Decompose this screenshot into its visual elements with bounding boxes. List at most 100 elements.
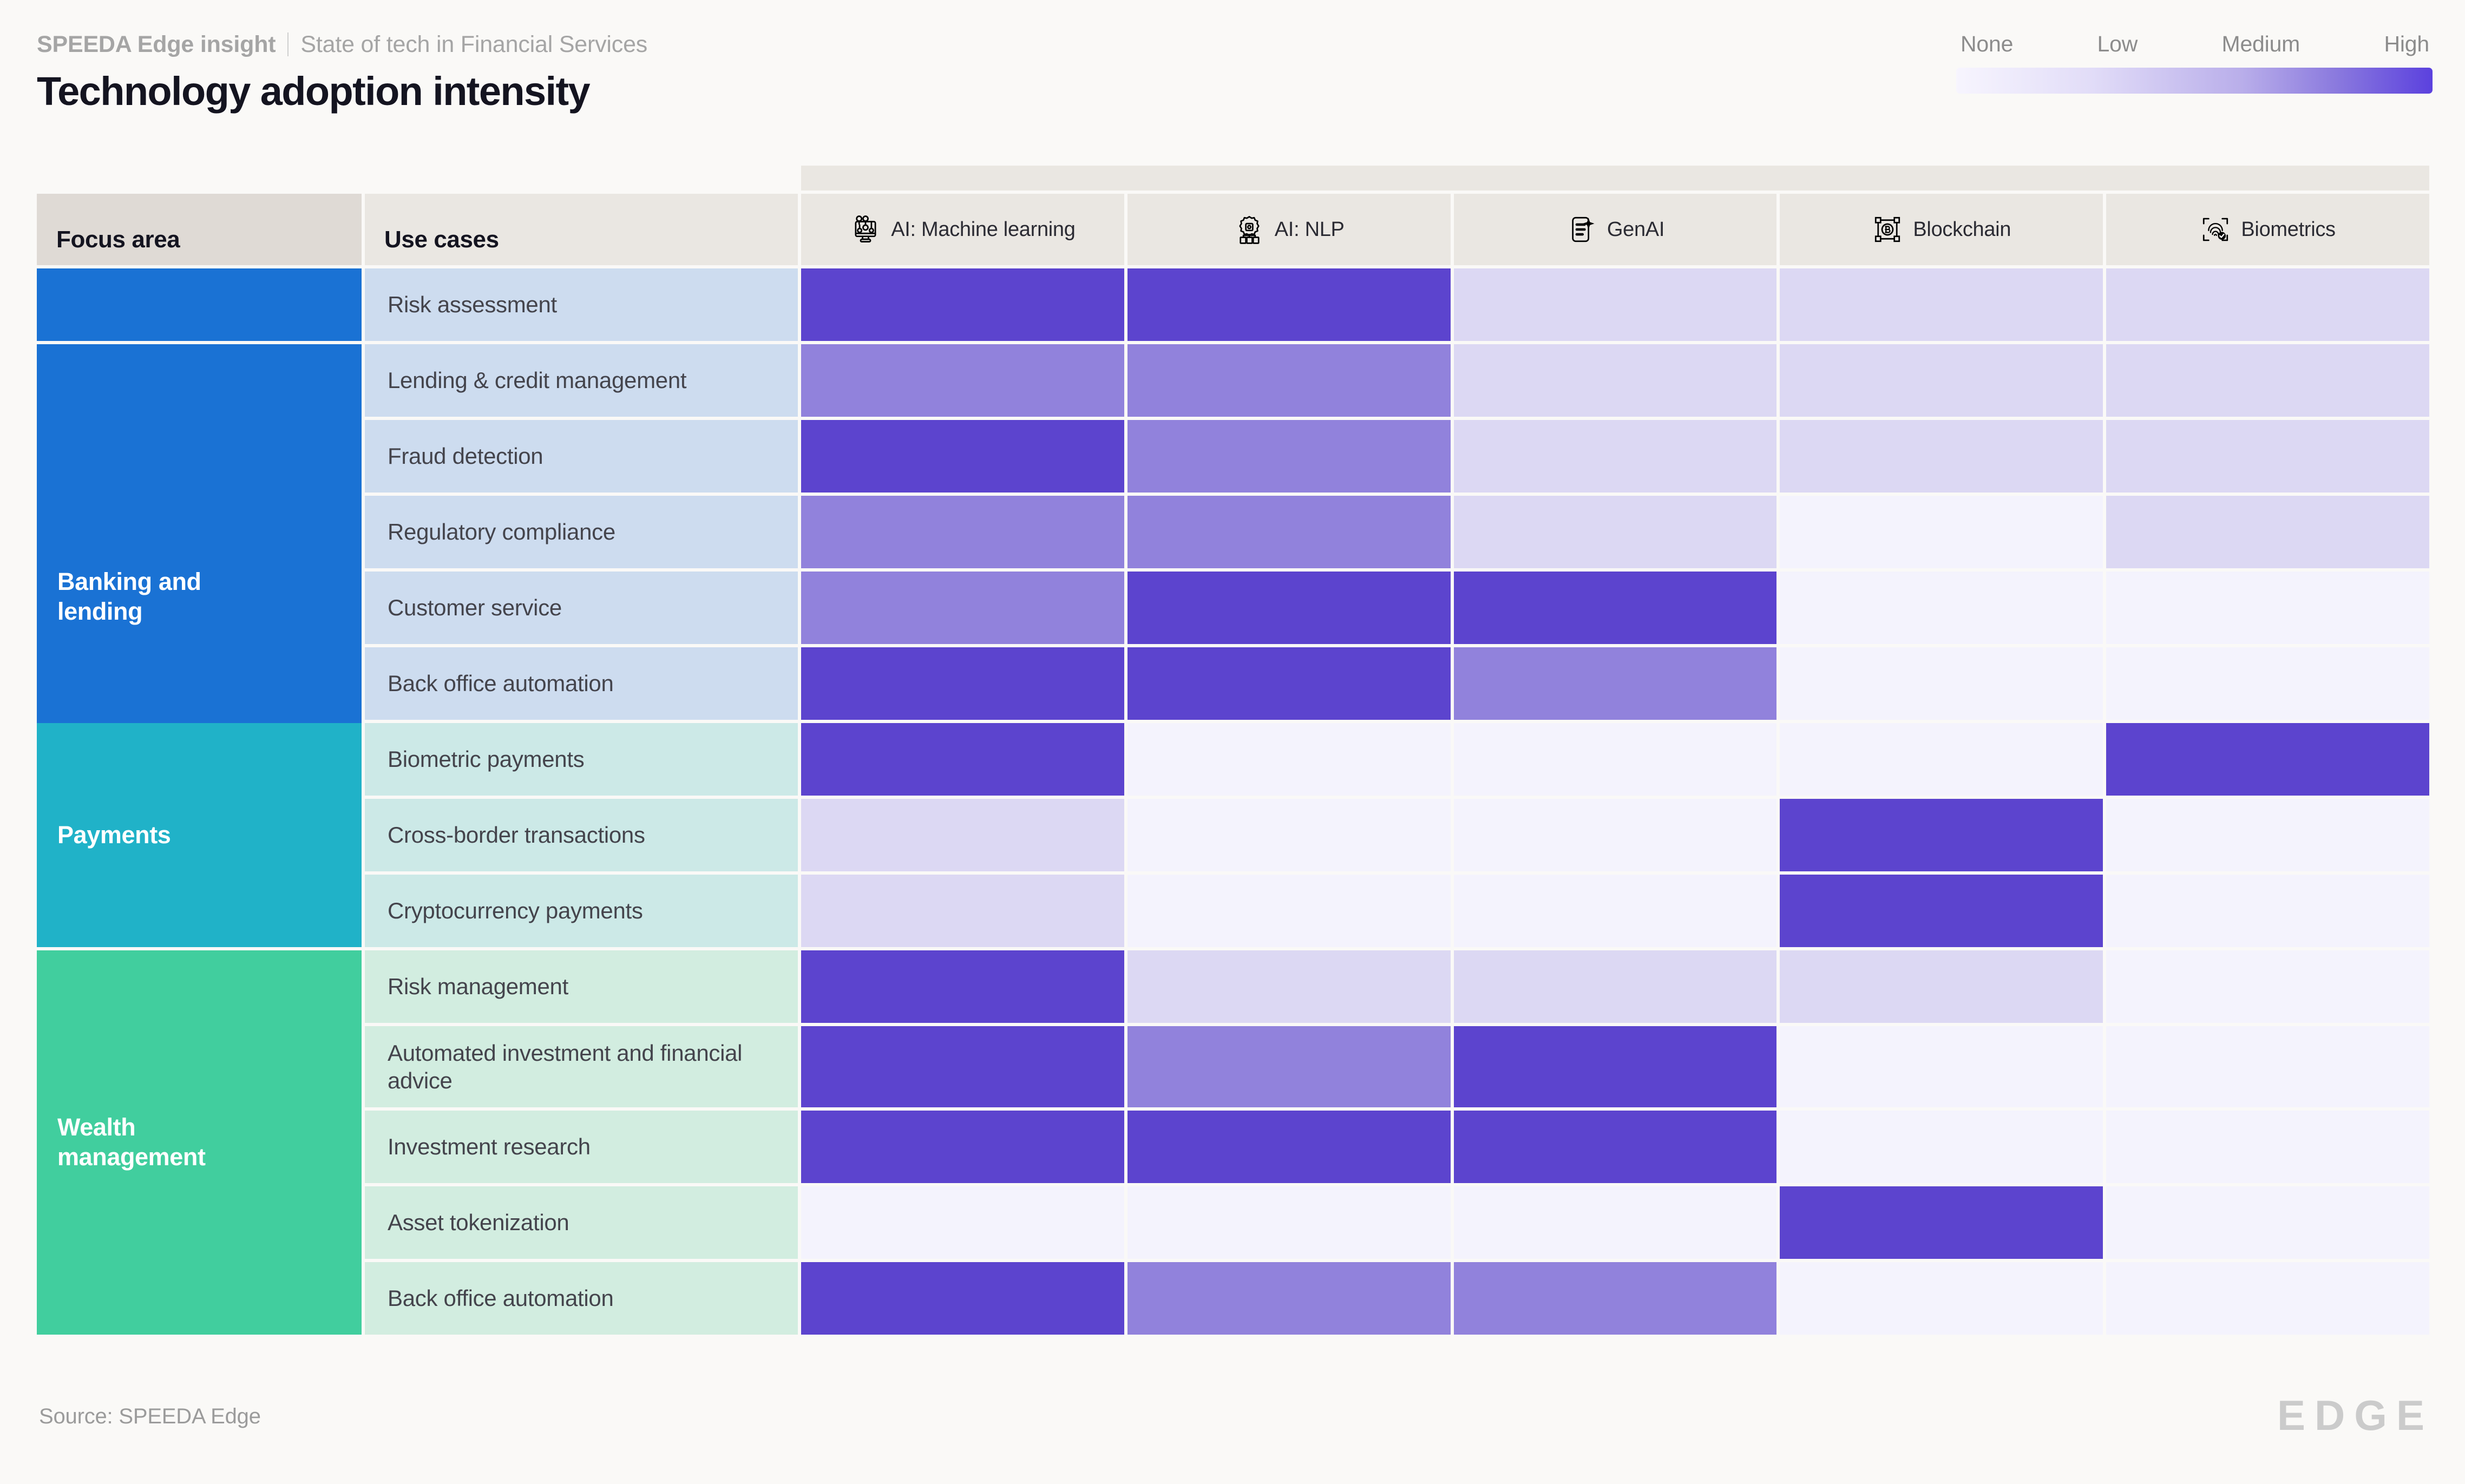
matrix-row: Regulatory compliance <box>37 496 2429 568</box>
use-case-cell: Cryptocurrency payments <box>365 875 798 947</box>
matrix-row: Investment research <box>37 1111 2429 1183</box>
infographic-page: SPEEDA Edge insight State of tech in Fin… <box>0 0 2465 1484</box>
focus-area-spacer <box>37 268 362 341</box>
intensity-cell <box>2106 268 2429 341</box>
intensity-cell <box>801 268 1124 341</box>
intensity-cell <box>1453 344 1777 417</box>
intensity-cell <box>1453 1026 1777 1107</box>
column-header-label: Blockchain <box>1913 218 2011 241</box>
legend-labels: None Low Medium High <box>1956 31 2433 57</box>
legend-label-none: None <box>1961 31 2014 56</box>
column-header-genai[interactable]: GenAI <box>1453 194 1777 265</box>
intensity-cell <box>1453 572 1777 644</box>
intensity-cell <box>801 950 1124 1023</box>
intensity-cell <box>1127 1111 1451 1183</box>
use-case-cell: Automated investment and financial advic… <box>365 1026 798 1107</box>
intensity-cell <box>1127 496 1451 568</box>
intensity-cell <box>1780 496 2103 568</box>
intensity-cell <box>801 1186 1124 1259</box>
legend-label-high: High <box>2384 31 2429 56</box>
legend-label-low: Low <box>2097 31 2138 56</box>
use-cases-header: Use cases <box>365 194 798 265</box>
focus-area-label: Payments <box>37 723 362 947</box>
column-header-nlp[interactable]: AI: NLP <box>1127 194 1451 265</box>
matrix-top-strip <box>37 166 2429 191</box>
intensity-cell <box>1127 799 1451 871</box>
legend-label-medium: Medium <box>2221 31 2300 56</box>
intensity-cell <box>2106 344 2429 417</box>
intensity-cell <box>2106 1111 2429 1183</box>
intensity-cell <box>2106 1186 2429 1259</box>
use-case-cell: Investment research <box>365 1111 798 1183</box>
matrix-body: Risk assessment Lending & credit manageme… <box>37 268 2429 1335</box>
use-case-cell: Customer service <box>365 572 798 644</box>
column-header-biometrics[interactable]: Biometrics <box>2106 194 2429 265</box>
intensity-cell <box>2106 572 2429 644</box>
intensity-cell <box>1127 723 1451 796</box>
matrix-row: Automated investment and financial advic… <box>37 1026 2429 1107</box>
intensity-cell <box>1780 1186 2103 1259</box>
intensity-cell <box>1127 344 1451 417</box>
use-case-cell: Asset tokenization <box>365 1186 798 1259</box>
matrix-row: Lending & credit management <box>37 344 2429 417</box>
intensity-cell <box>1780 647 2103 720</box>
intensity-cell <box>801 420 1124 493</box>
intensity-cell <box>1453 1111 1777 1183</box>
adoption-matrix: Focus area Use cases AI: Machine learnin… <box>37 166 2429 1338</box>
use-case-cell: Cross-border transactions <box>365 799 798 871</box>
intensity-cell <box>1780 799 2103 871</box>
column-header-label: AI: NLP <box>1274 218 1345 241</box>
tech-header-band <box>801 166 2429 191</box>
intensity-cell <box>1780 268 2103 341</box>
intensity-legend: None Low Medium High <box>1956 31 2433 94</box>
intensity-cell <box>801 344 1124 417</box>
intensity-cell <box>2106 1026 2429 1107</box>
intensity-cell <box>1453 875 1777 947</box>
intensity-cell <box>1453 1186 1777 1259</box>
nlp-gear-icon <box>1239 216 1260 244</box>
use-case-cell: Back office automation <box>365 647 798 720</box>
use-case-cell: Regulatory compliance <box>365 496 798 568</box>
intensity-cell <box>1453 647 1777 720</box>
use-case-cell: Risk management <box>365 950 798 1023</box>
intensity-cell <box>801 572 1124 644</box>
intensity-cell <box>1780 572 2103 644</box>
intensity-cell <box>1127 572 1451 644</box>
intensity-cell <box>801 723 1124 796</box>
intensity-cell <box>1453 420 1777 493</box>
intensity-cell <box>1780 723 2103 796</box>
intensity-cell <box>1127 268 1451 341</box>
strip-spacer-usecase <box>365 166 798 191</box>
intensity-cell <box>1780 420 2103 493</box>
intensity-cell <box>1453 1262 1777 1335</box>
matrix-row: Back office automation <box>37 1262 2429 1335</box>
use-case-cell: Back office automation <box>365 1262 798 1335</box>
matrix-row: Biometric payments <box>37 723 2429 796</box>
matrix-row: Risk management <box>37 950 2429 1023</box>
intensity-cell <box>1127 647 1451 720</box>
edge-watermark: EDGE <box>2277 1391 2434 1439</box>
intensity-cell <box>1127 875 1451 947</box>
legend-gradient-bar <box>1956 68 2433 94</box>
breadcrumb-divider <box>287 32 289 56</box>
intensity-cell <box>1453 950 1777 1023</box>
intensity-cell <box>1127 1262 1451 1335</box>
intensity-cell <box>1780 1262 2103 1335</box>
use-case-cell: Lending & credit management <box>365 344 798 417</box>
matrix-header-row: Focus area Use cases AI: Machine learnin… <box>37 194 2429 265</box>
brand-label: SPEEDA Edge insight <box>37 31 276 57</box>
intensity-cell <box>1780 1026 2103 1107</box>
intensity-cell <box>1780 344 2103 417</box>
intensity-cell <box>1453 723 1777 796</box>
intensity-cell <box>1780 875 2103 947</box>
column-header-machine-learning[interactable]: AI: Machine learning <box>801 194 1124 265</box>
matrix-row: Fraud detection <box>37 420 2429 493</box>
column-header-blockchain[interactable]: Blockchain <box>1780 194 2103 265</box>
intensity-cell <box>1127 950 1451 1023</box>
intensity-cell <box>801 799 1124 871</box>
intensity-cell <box>801 1111 1124 1183</box>
intensity-cell <box>1453 268 1777 341</box>
use-case-cell: Biometric payments <box>365 723 798 796</box>
blockchain-bitcoin-icon <box>1875 216 1900 242</box>
intensity-cell <box>2106 496 2429 568</box>
